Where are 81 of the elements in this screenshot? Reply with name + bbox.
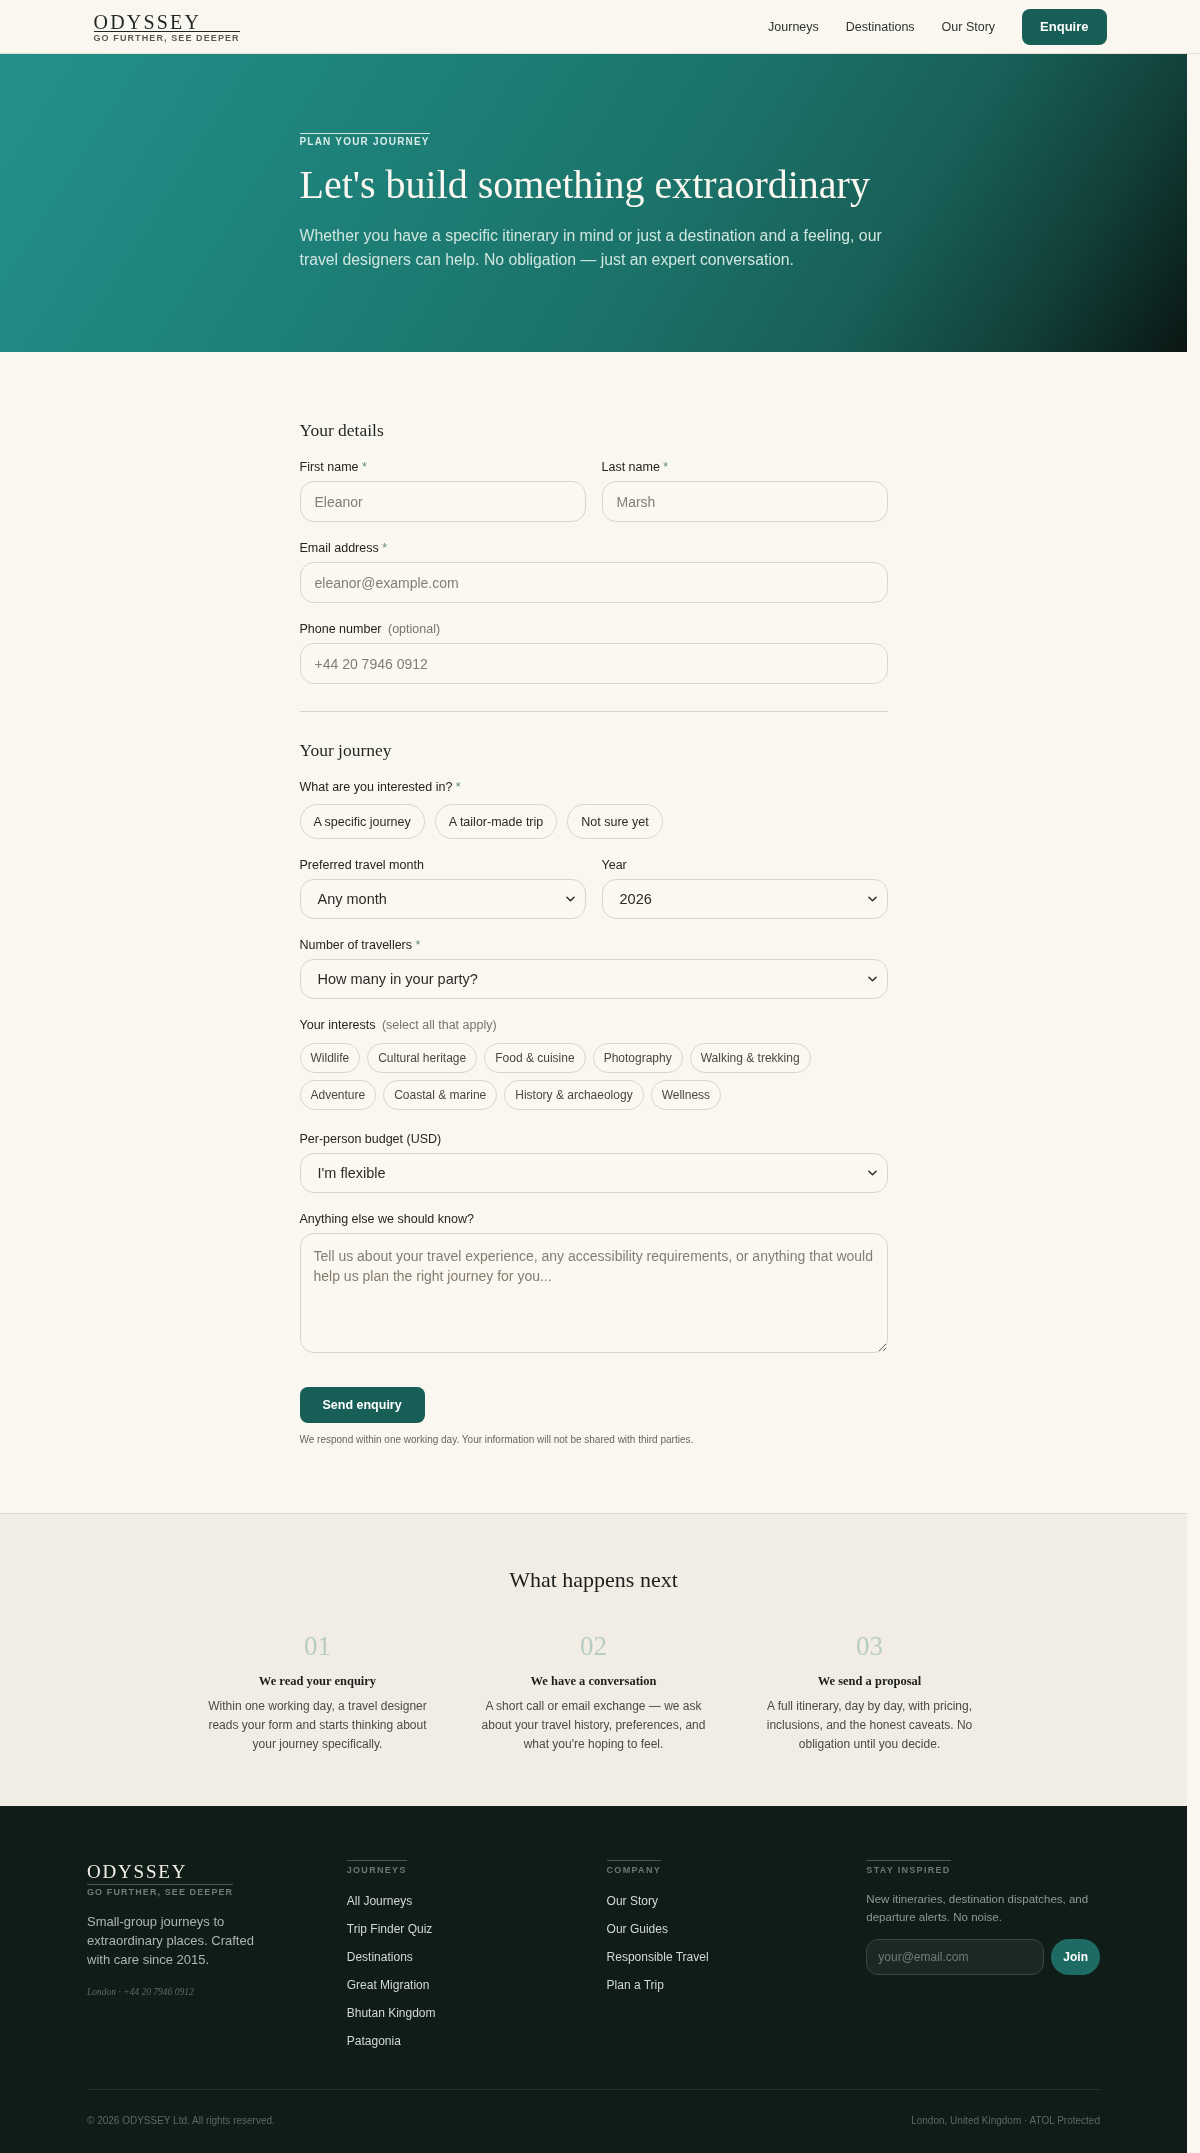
interest-tag[interactable]: Wellness <box>650 1080 722 1110</box>
footer-link[interactable]: Our Story <box>606 1892 658 1910</box>
field-label: Preferred travel month <box>299 857 425 873</box>
footer-heading: COMPANY <box>606 1860 661 1876</box>
interest-tag[interactable]: Adventure <box>299 1080 377 1110</box>
interest-tag[interactable]: History & archaeology <box>504 1080 644 1110</box>
footer-link[interactable]: Destinations <box>346 1948 413 1966</box>
hero-text: Whether you have a specific itinerary in mind or just a destination and a feeling, our travel designers can help. No obligation — just an expert conversation. <box>299 226 883 270</box>
footer-wordmark[interactable]: ODYSSEY <box>87 1860 188 1884</box>
field-label: Anything else we should know? <box>299 1211 475 1227</box>
dropdown-select[interactable]: I'm flexible <box>299 1153 888 1193</box>
footer-description: Small-group journeys to extraordinary places. Crafted with care since 2015. <box>87 1913 255 1969</box>
field-label: Per-person budget (USD) <box>299 1131 443 1147</box>
enquire-button[interactable]: Enquire <box>1022 8 1107 45</box>
join-button[interactable]: Join <box>1051 1939 1100 1975</box>
interest-tag[interactable]: Wildlife <box>299 1043 361 1073</box>
section-heading: Your journey <box>299 739 393 762</box>
step-text: A short call or email exchange — we ask about your travel history, preferences, and what you're hoping to feel. <box>480 1698 707 1753</box>
footer-link[interactable]: Bhutan Kingdom <box>346 2004 436 2022</box>
step-text: A full itinerary, day by day, with pricing, inclusions, and the honest caveats. No obligation until you decide. <box>765 1698 974 1753</box>
step-title: We read your enquiry <box>258 1673 377 1690</box>
copyright-text: © 2026 ODYSSEY Ltd. All rights reserved. <box>87 2114 275 2128</box>
dropdown-select[interactable]: Any month <box>299 879 586 919</box>
input-field[interactable]: +44 20 7946 0912 <box>299 643 888 684</box>
option-chip[interactable]: Not sure yet <box>567 804 663 839</box>
field-label: Email address * <box>299 540 389 556</box>
form-note: We respond within one working day. Your information will not be shared with third parties. <box>299 1433 695 1447</box>
chevron-down-icon <box>867 976 877 982</box>
footer-link[interactable]: Great Migration <box>346 1976 430 1994</box>
eyebrow-label: PLAN YOUR JOURNEY <box>299 133 430 147</box>
step-text: Within one working day, a travel designer reads your form and starts thinking about your journey specifically. <box>207 1698 428 1753</box>
send-enquiry-button[interactable]: Send enquiry <box>299 1387 425 1423</box>
field-label: First name * <box>299 459 368 475</box>
step-title: We send a proposal <box>817 1673 922 1690</box>
step-number: 03 <box>856 1630 883 1662</box>
step-number: 02 <box>580 1630 607 1662</box>
option-chip[interactable]: A tailor-made trip <box>434 804 558 839</box>
step-title: We have a conversation <box>530 1673 657 1690</box>
chevron-down-icon <box>867 1170 877 1176</box>
interest-tag[interactable]: Walking & trekking <box>689 1043 811 1073</box>
chevron-down-icon <box>867 896 877 902</box>
dropdown-select[interactable]: 2026 <box>601 879 888 919</box>
footer-contact: London · +44 20 7946 0912 <box>87 1986 194 1999</box>
footer-tagline: GO FURTHER, SEE DEEPER <box>87 1884 234 1898</box>
field-label: Number of travellers * <box>299 937 422 953</box>
field-label: Year <box>601 857 628 873</box>
interest-tag[interactable]: Cultural heritage <box>367 1043 478 1073</box>
input-field[interactable]: Marsh <box>601 481 888 522</box>
hero-title: Let's build something extraordinary <box>299 161 870 209</box>
footer-link[interactable]: Plan a Trip <box>606 1976 664 1994</box>
interest-tag[interactable]: Food & cuisine <box>484 1043 586 1073</box>
field-label: What are you interested in? * <box>299 779 462 795</box>
nav-link[interactable]: Journeys <box>768 19 819 34</box>
chevron-down-icon <box>565 896 575 902</box>
email-input[interactable]: your@email.com <box>866 1939 1045 1975</box>
input-field[interactable]: Eleanor <box>299 481 586 522</box>
field-label: Last name * <box>601 459 670 475</box>
footer-heading: STAY INSPIRED <box>866 1860 951 1876</box>
logo-tagline: GO FURTHER, SEE DEEPER <box>93 31 240 44</box>
field-label: Phone number (optional) <box>299 621 442 637</box>
newsletter-text: New itineraries, destination dispatches, and departure alerts. No noise. <box>866 1892 1090 1925</box>
section-heading: Your details <box>299 419 385 442</box>
nav-link[interactable]: Destinations <box>845 19 915 34</box>
input-field[interactable]: eleanor@example.com <box>299 562 888 603</box>
footer-link[interactable]: All Journeys <box>346 1892 413 1910</box>
message-textarea[interactable]: Tell us about your travel experience, any accessibility requirements, or anything that would help us plan the right journey for you... <box>299 1233 888 1353</box>
footer-link[interactable]: Responsible Travel <box>606 1948 709 1966</box>
nav-link[interactable]: Our Story <box>941 19 996 34</box>
footer-link[interactable]: Trip Finder Quiz <box>346 1920 433 1938</box>
footer-info-text: London, United Kingdom · ATOL Protected <box>911 2114 1100 2128</box>
step-number: 01 <box>304 1630 331 1662</box>
dropdown-select[interactable]: How many in your party? <box>299 959 888 999</box>
footer-link[interactable]: Patagonia <box>346 2032 401 2050</box>
option-chip[interactable]: A specific journey <box>299 804 425 839</box>
footer-link[interactable]: Our Guides <box>606 1920 668 1938</box>
logo-wordmark[interactable]: ODYSSEY <box>93 13 202 31</box>
steps-title: What happens next <box>508 1566 679 1594</box>
footer-heading: JOURNEYS <box>346 1860 407 1876</box>
interest-tag[interactable]: Coastal & marine <box>383 1080 498 1110</box>
field-label: Your interests (select all that apply) <box>299 1017 498 1033</box>
interest-tag[interactable]: Photography <box>592 1043 683 1073</box>
